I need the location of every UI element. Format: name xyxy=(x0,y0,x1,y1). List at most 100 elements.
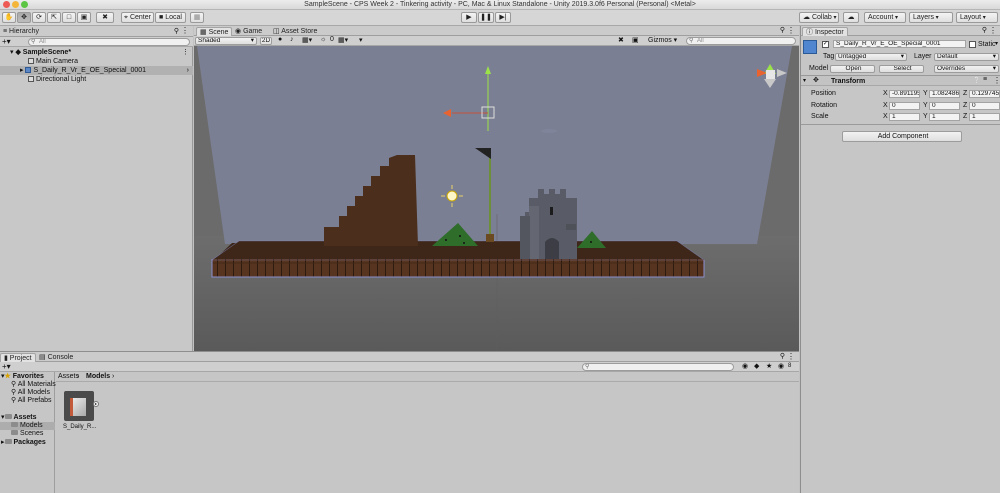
pause-button[interactable]: ❚❚ xyxy=(478,12,494,23)
scene-root-row[interactable]: ▾ ◆ SampleScene* ⋮ xyxy=(0,48,193,57)
account-dropdown[interactable]: Account xyxy=(864,12,906,23)
static-checkbox[interactable] xyxy=(969,41,976,48)
help-icon[interactable]: ❔ xyxy=(973,77,980,84)
rotate-tool-icon[interactable]: ⟳ xyxy=(32,12,46,23)
favorite-item-all-prefabs[interactable]: ⚲ All Prefabs xyxy=(11,397,52,405)
rotation-z-field[interactable]: 0 xyxy=(969,102,1000,110)
snap-icon[interactable]: ▦ xyxy=(190,12,204,23)
custom-tool-icon[interactable]: ✖ xyxy=(96,12,114,23)
expand-asset-icon[interactable]: ▸ xyxy=(93,401,99,407)
tab-asset-store[interactable]: ◫ Asset Store xyxy=(270,27,320,36)
scene-viewport[interactable] xyxy=(194,46,799,351)
filter-label-icon[interactable]: ◆ xyxy=(754,362,759,370)
expand-arrow-icon[interactable]: ▸ xyxy=(1,439,5,446)
hierarchy-item-special-model[interactable]: ▸ S_Daily_R_Vr_E_OE_Special_0001 › xyxy=(0,66,193,75)
pivot-local-toggle[interactable]: ■ Local xyxy=(155,12,186,23)
object-name-field[interactable]: S_Daily_R_Vr_E_OE_Special_0001 xyxy=(833,40,966,48)
scale-y-field[interactable]: 1 xyxy=(929,113,960,121)
scale-x-field[interactable]: 1 xyxy=(889,113,920,121)
select-button[interactable]: Select xyxy=(879,65,924,73)
effects-icon[interactable]: ▦▾ xyxy=(302,36,312,44)
breadcrumb-assets[interactable]: Assets xyxy=(58,373,79,381)
overrides-dropdown[interactable]: Overrides ▾ xyxy=(934,65,999,73)
hidden-packages-icon[interactable]: ◉ xyxy=(778,362,784,370)
position-z-field[interactable]: 0.129745 xyxy=(969,90,1000,98)
favorite-item-all-materials[interactable]: ⚲ All Materials xyxy=(11,381,56,389)
panel-menu-icon[interactable]: ⋮ xyxy=(181,26,189,35)
folder-item-scenes[interactable]: Scenes xyxy=(11,430,43,438)
layer-dropdown[interactable]: Default ▾ xyxy=(934,53,999,61)
chevron-down-icon[interactable]: ▾ xyxy=(359,36,363,44)
hierarchy-item-main-camera[interactable]: Main Camera xyxy=(0,57,193,66)
filter-type-icon[interactable]: ◉ xyxy=(742,362,748,370)
component-menu-icon[interactable]: ⋮ xyxy=(993,76,1000,85)
panel-menu-icon[interactable]: ⋮ xyxy=(787,352,795,361)
tab-inspector[interactable]: ⓘ Inspector xyxy=(802,27,848,36)
panel-menu-icon[interactable]: ⋮ xyxy=(989,26,997,35)
scale-z-field[interactable]: 1 xyxy=(969,113,1000,121)
favorite-star-icon[interactable]: ★ xyxy=(766,362,772,370)
hierarchy-item-directional-light[interactable]: Directional Light xyxy=(0,75,193,84)
layout-dropdown[interactable]: Layout xyxy=(956,12,998,23)
active-checkbox[interactable]: ✓ xyxy=(822,41,829,48)
presets-icon[interactable]: ≡ xyxy=(983,76,987,83)
pivot-center-toggle[interactable]: ⌖ Center xyxy=(121,12,154,23)
favorite-item-all-models[interactable]: ⚲ All Models xyxy=(11,389,50,397)
chevron-down-icon[interactable]: ▾ xyxy=(995,40,998,47)
create-plus-icon[interactable]: +▾ xyxy=(2,37,11,46)
shading-mode-dropdown[interactable]: Shaded ▾ xyxy=(195,37,257,45)
add-component-button[interactable]: Add Component xyxy=(842,131,962,142)
camera-icon[interactable]: ▣ xyxy=(632,36,639,44)
scene-menu-icon[interactable]: ⋮ xyxy=(182,48,189,57)
scene-search-input[interactable]: ⚲ All xyxy=(686,37,796,45)
expand-arrow-icon[interactable]: ▾ xyxy=(803,77,806,84)
2d-toggle[interactable]: 2D xyxy=(260,37,272,45)
lock-icon[interactable]: ⚲ xyxy=(780,352,785,360)
project-search-input[interactable]: ⚲ xyxy=(582,363,734,371)
rect-tool-icon[interactable]: □ xyxy=(62,12,76,23)
breadcrumb-models[interactable]: Models xyxy=(86,373,110,381)
tab-hierarchy[interactable]: ≡ Hierarchy xyxy=(0,27,42,36)
lock-icon[interactable]: ⚲ xyxy=(982,26,987,34)
assets-folder[interactable]: ▾ Assets xyxy=(1,414,36,422)
transform-tool-icon[interactable]: ▣ xyxy=(77,12,91,23)
chevron-right-icon[interactable]: › xyxy=(187,66,189,75)
move-tool-icon[interactable]: ✥ xyxy=(17,12,31,23)
folder-item-models[interactable]: Models xyxy=(0,422,55,430)
position-y-field[interactable]: 1.082486 xyxy=(929,90,960,98)
play-button[interactable]: ▶ xyxy=(461,12,477,23)
gizmos-dropdown[interactable]: Gizmos ▾ xyxy=(648,36,677,45)
asset-tile[interactable]: ▸ S_Daily_R... xyxy=(63,390,99,432)
hierarchy-search-input[interactable]: ⚲ All xyxy=(28,38,190,46)
tools-icon[interactable]: ✖ xyxy=(618,36,624,44)
expand-arrow-icon[interactable]: ▾ xyxy=(1,414,5,421)
step-button[interactable]: ▶| xyxy=(495,12,511,23)
cloud-services-icon[interactable]: ☁ xyxy=(843,12,859,23)
transform-header[interactable]: ▾ ✥ Transform ❔ ≡ ⋮ xyxy=(801,75,1000,86)
asset-tile-label: S_Daily_R... xyxy=(63,424,97,430)
tab-console[interactable]: ▤ Console xyxy=(36,353,76,362)
tab-project[interactable]: ▮ Project xyxy=(0,353,36,362)
scale-tool-icon[interactable]: ⇱ xyxy=(47,12,61,23)
audio-icon[interactable]: ♪ xyxy=(290,36,294,43)
packages-folder[interactable]: ▸ Packages xyxy=(1,439,46,447)
position-x-field[interactable]: -0.891195 xyxy=(889,90,920,98)
grid-toggle-icon[interactable]: ▦▾ xyxy=(338,36,348,44)
open-button[interactable]: Open xyxy=(830,65,875,73)
rotation-x-field[interactable]: 0 xyxy=(889,102,920,110)
scale-y-axis-label: Y xyxy=(923,113,928,120)
layers-dropdown[interactable]: Layers xyxy=(909,12,953,23)
hand-tool-icon[interactable]: ✋ xyxy=(2,12,16,23)
lock-icon[interactable]: ⚲ xyxy=(780,26,785,34)
panel-menu-icon[interactable]: ⋮ xyxy=(787,26,795,35)
tab-scene[interactable]: ▦ Scene xyxy=(196,27,233,36)
create-plus-icon[interactable]: +▾ xyxy=(2,362,11,371)
favorites-header[interactable]: ▾★ Favorites xyxy=(1,373,44,381)
lighting-icon[interactable]: ● xyxy=(278,36,282,43)
tag-dropdown[interactable]: Untagged ▾ xyxy=(835,53,907,61)
tab-game[interactable]: ◉ Game xyxy=(232,27,265,36)
visibility-icon[interactable]: ☼ xyxy=(320,36,326,43)
rotation-y-field[interactable]: 0 xyxy=(929,102,960,110)
collab-dropdown[interactable]: ☁ Collab xyxy=(799,12,839,23)
lock-icon[interactable]: ⚲ xyxy=(174,27,179,35)
